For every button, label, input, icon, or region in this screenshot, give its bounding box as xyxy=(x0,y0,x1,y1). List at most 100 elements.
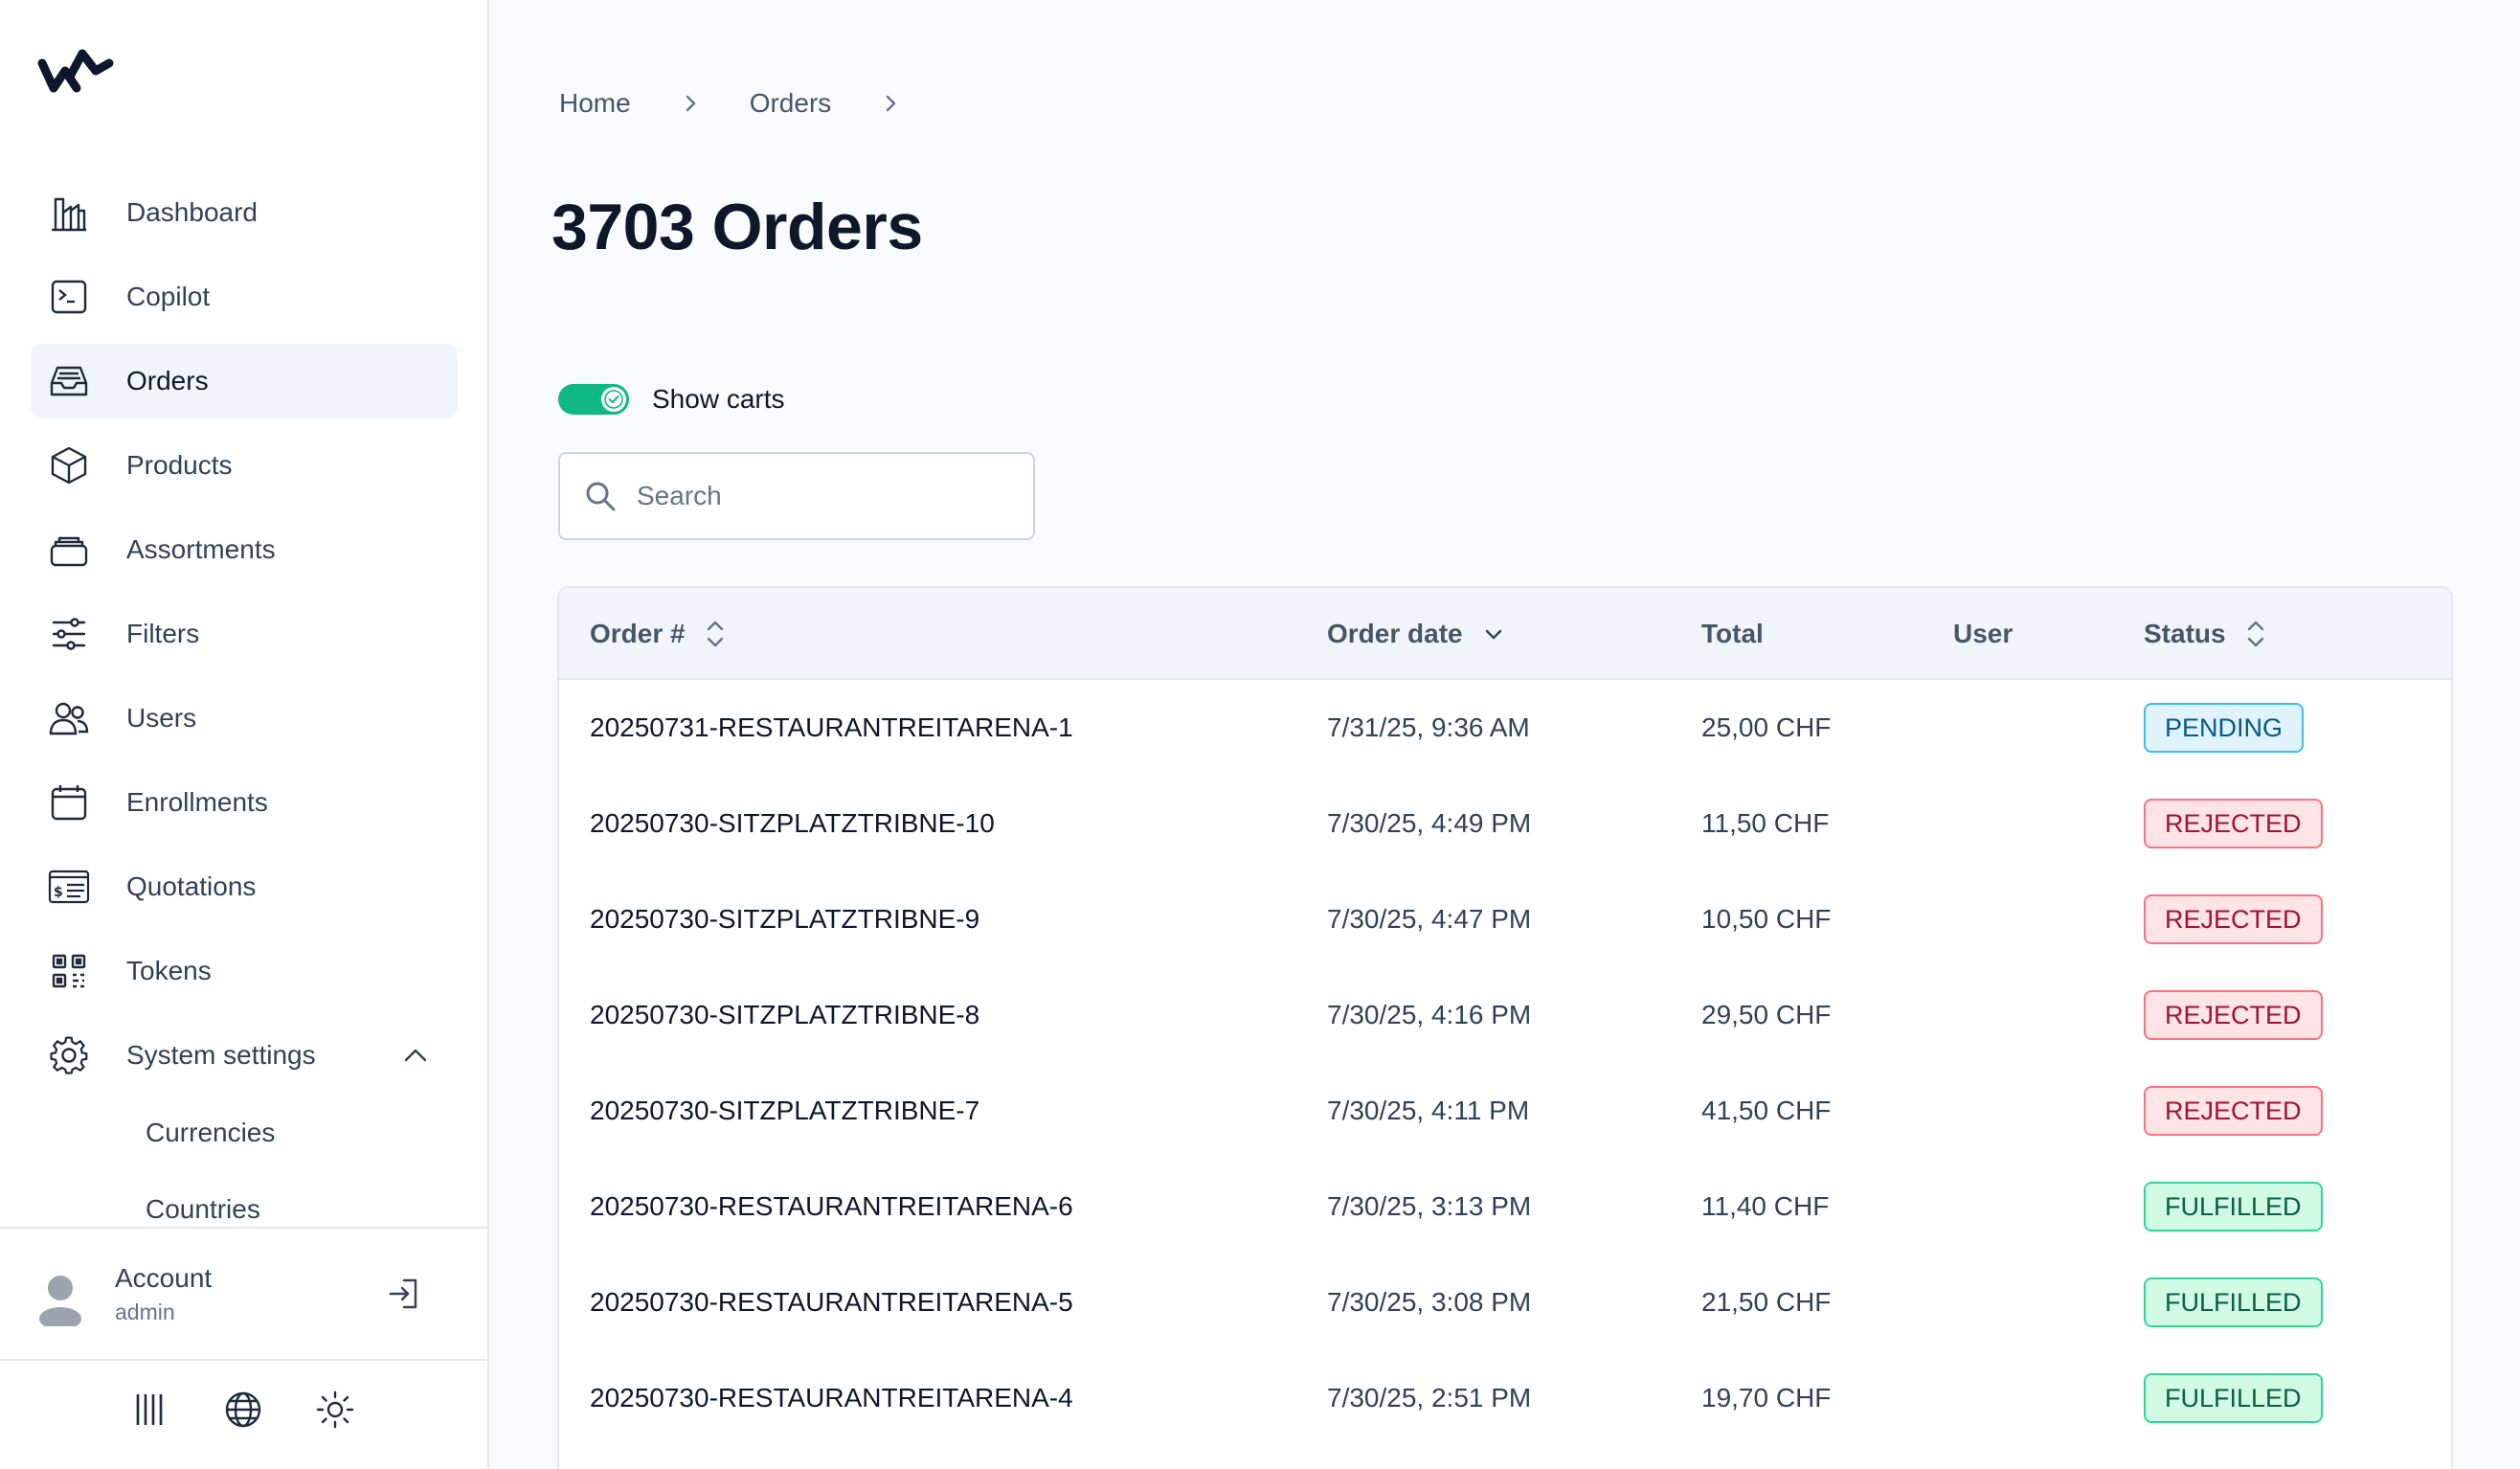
logout-icon[interactable] xyxy=(385,1275,423,1313)
order-total: 10,50 CHF xyxy=(1701,904,1832,934)
sun-icon[interactable] xyxy=(314,1389,356,1431)
calendar-icon xyxy=(48,781,90,824)
column-header-label: Order date xyxy=(1327,619,1463,648)
order-date: 7/30/25, 2:51 PM xyxy=(1327,1383,1532,1412)
sidebar-item-assortments[interactable]: Assortments xyxy=(31,512,458,587)
order-number[interactable]: 20250730-SITZPLATZTRIBNE-10 xyxy=(590,776,995,871)
order-number[interactable]: 20250731-RESTAURANTREITARENA-1 xyxy=(590,680,1073,776)
terminal-icon xyxy=(48,276,90,318)
stack-icon xyxy=(48,529,90,571)
column-header-order[interactable]: Order # xyxy=(590,588,726,680)
order-status-cell: FULFILLED xyxy=(2144,1159,2323,1254)
order-total: 25,00 CHF xyxy=(1701,712,1832,742)
order-status-cell: FULFILLED xyxy=(2144,1350,2323,1446)
svg-text:$: $ xyxy=(54,885,63,900)
sidebar-item-label: Quotations xyxy=(126,871,257,901)
account-panel[interactable]: Account admin xyxy=(0,1227,487,1361)
order-status-cell: REJECTED xyxy=(2144,1063,2323,1159)
sidebar-item-users[interactable]: Users xyxy=(31,681,458,756)
table-row[interactable]: 20250730-SITZPLATZTRIBNE-10 7/30/25, 4:4… xyxy=(559,776,2451,871)
sidebar-item-enrollments[interactable]: Enrollments xyxy=(31,765,458,840)
sidebar-item-label: Dashboard xyxy=(126,197,258,227)
sidebar-item-tokens[interactable]: Tokens xyxy=(31,934,458,1008)
column-header-total: Total xyxy=(1701,588,1764,680)
chevron-up-icon[interactable] xyxy=(400,1040,431,1071)
order-number[interactable]: 20250730-RESTAURANTREITARENA-5 xyxy=(590,1254,1073,1350)
order-number[interactable]: 20250730-SITZPLATZTRIBNE-9 xyxy=(590,871,979,967)
search-box xyxy=(558,452,1035,540)
column-header-user: User xyxy=(1953,588,2013,680)
order-total: 19,70 CHF xyxy=(1701,1383,1832,1412)
table-row[interactable]: 20250730-SITZPLATZTRIBNE-8 7/30/25, 4:16… xyxy=(559,967,2451,1063)
sidebar-item-dashboard[interactable]: Dashboard xyxy=(31,175,458,250)
orders-table: Order # Order date Total User Status 202… xyxy=(557,586,2453,1469)
sidebar-item-filters[interactable]: Filters xyxy=(31,597,458,671)
order-date: 7/30/25, 4:11 PM xyxy=(1327,1096,1530,1125)
table-row[interactable]: 20250731-RESTAURANTREITARENA-1 7/31/25, … xyxy=(559,680,2451,776)
table-row[interactable]: 20250730-RESTAURANTREITARENA-6 7/30/25, … xyxy=(559,1159,2451,1254)
column-header-status[interactable]: Status xyxy=(2144,588,2266,680)
order-total: 11,50 CHF xyxy=(1701,808,1830,838)
account-name: Account xyxy=(115,1263,213,1293)
order-number[interactable]: 20250730-SITZPLATZTRIBNE-8 xyxy=(590,967,979,1063)
order-status-cell: REJECTED xyxy=(2144,967,2323,1063)
globe-icon[interactable] xyxy=(222,1389,264,1431)
show-carts-label: Show carts xyxy=(652,384,785,414)
status-badge: FULFILLED xyxy=(2144,1182,2323,1232)
qr-code-icon xyxy=(48,950,90,992)
order-date: 7/30/25, 4:47 PM xyxy=(1327,904,1532,934)
search-icon xyxy=(586,482,616,511)
status-badge: FULFILLED xyxy=(2144,1277,2323,1327)
account-role: admin xyxy=(115,1300,175,1324)
toggle-knob xyxy=(601,387,626,412)
status-badge: REJECTED xyxy=(2144,990,2323,1040)
users-icon xyxy=(48,697,90,739)
inbox-icon xyxy=(48,360,90,402)
quotation-icon: $ xyxy=(48,866,90,908)
order-total: 41,50 CHF xyxy=(1701,1096,1832,1125)
order-date: 7/30/25, 3:13 PM xyxy=(1327,1191,1532,1221)
column-header-date[interactable]: Order date xyxy=(1327,588,1505,680)
app-logo[interactable] xyxy=(36,42,117,102)
table-row[interactable]: 20250730-SITZPLATZTRIBNE-7 7/30/25, 4:11… xyxy=(559,1063,2451,1159)
order-date: 7/30/25, 4:49 PM xyxy=(1327,808,1532,838)
sidebar-item-orders[interactable]: Orders xyxy=(31,344,458,418)
gear-icon xyxy=(48,1034,90,1076)
table-row[interactable]: 20250730-RESTAURANTREITARENA-4 7/30/25, … xyxy=(559,1350,2451,1446)
sidebar-item-copilot[interactable]: Copilot xyxy=(31,260,458,334)
sidebar-subitem-currencies[interactable]: Currencies xyxy=(31,1095,458,1171)
table-body: 20250731-RESTAURANTREITARENA-1 7/31/25, … xyxy=(559,680,2451,1446)
column-header-label: Total xyxy=(1701,619,1764,648)
sidebar-item-system-settings[interactable]: System settings xyxy=(31,1018,458,1093)
table-row[interactable]: 20250730-RESTAURANTREITARENA-5 7/30/25, … xyxy=(559,1254,2451,1350)
order-total: 21,50 CHF xyxy=(1701,1287,1832,1317)
sidebar-item-quotations[interactable]: $ Quotations xyxy=(31,849,458,924)
show-carts-toggle[interactable] xyxy=(558,384,629,415)
sidebar: Dashboard Copilot Orders Products Assort… xyxy=(0,0,489,1469)
order-date: 7/31/25, 9:36 AM xyxy=(1327,712,1530,742)
breadcrumb: Home Orders xyxy=(559,88,950,119)
column-header-label: Order # xyxy=(590,619,686,648)
breadcrumb-home[interactable]: Home xyxy=(559,88,631,119)
order-number[interactable]: 20250730-RESTAURANTREITARENA-4 xyxy=(590,1350,1073,1446)
table-row[interactable]: 20250730-SITZPLATZTRIBNE-9 7/30/25, 4:47… xyxy=(559,871,2451,967)
sidebar-footer xyxy=(0,1389,487,1442)
status-badge: REJECTED xyxy=(2144,894,2323,944)
column-header-label: Status xyxy=(2144,619,2226,648)
status-badge: FULFILLED xyxy=(2144,1373,2323,1423)
sidebar-item-label: Products xyxy=(126,450,233,480)
sidebar-item-label: Filters xyxy=(126,619,200,648)
chevron-right-icon xyxy=(686,95,695,112)
status-badge: PENDING xyxy=(2144,703,2305,753)
sidebar-item-label: Orders xyxy=(126,366,209,396)
sidebar-item-label: Enrollments xyxy=(126,787,268,817)
sliders-icon xyxy=(48,613,90,655)
order-number[interactable]: 20250730-SITZPLATZTRIBNE-7 xyxy=(590,1063,979,1159)
column-header-label: User xyxy=(1953,619,2014,648)
sidebar-item-products[interactable]: Products xyxy=(31,428,458,503)
order-status-cell: PENDING xyxy=(2144,680,2305,776)
search-input[interactable] xyxy=(637,481,1020,511)
order-number[interactable]: 20250730-RESTAURANTREITARENA-6 xyxy=(590,1159,1073,1254)
barcode-icon[interactable] xyxy=(130,1389,172,1431)
breadcrumb-orders[interactable]: Orders xyxy=(750,88,832,119)
